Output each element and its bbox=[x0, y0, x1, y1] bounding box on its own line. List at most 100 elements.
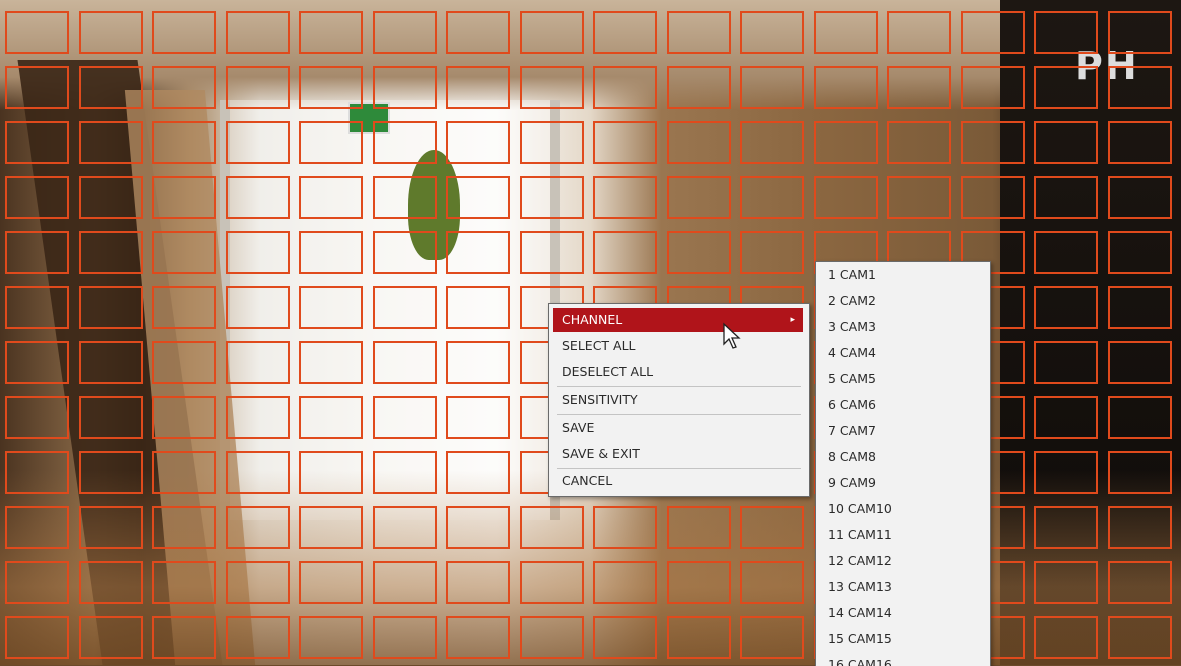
detection-zone-cell[interactable] bbox=[667, 121, 731, 164]
detection-zone-cell[interactable] bbox=[152, 561, 216, 604]
detection-zone-cell[interactable] bbox=[5, 341, 69, 384]
channel-item[interactable]: 3 CAM3 bbox=[816, 314, 990, 340]
detection-zone-cell[interactable] bbox=[520, 231, 584, 274]
detection-zone-cell[interactable] bbox=[373, 561, 437, 604]
detection-zone-cell[interactable] bbox=[226, 341, 290, 384]
detection-zone-cell[interactable] bbox=[226, 396, 290, 439]
detection-zone-cell[interactable] bbox=[299, 176, 363, 219]
detection-zone-cell[interactable] bbox=[226, 286, 290, 329]
menu-item-save[interactable]: SAVE bbox=[553, 416, 803, 440]
detection-zone-cell[interactable] bbox=[226, 231, 290, 274]
detection-zone-cell[interactable] bbox=[593, 561, 657, 604]
detection-zone-cell[interactable] bbox=[226, 176, 290, 219]
detection-zone-cell[interactable] bbox=[520, 66, 584, 109]
detection-zone-cell[interactable] bbox=[1034, 341, 1098, 384]
detection-zone-cell[interactable] bbox=[520, 11, 584, 54]
detection-zone-cell[interactable] bbox=[79, 231, 143, 274]
channel-item[interactable]: 10 CAM10 bbox=[816, 496, 990, 522]
detection-zone-cell[interactable] bbox=[961, 11, 1025, 54]
detection-zone-cell[interactable] bbox=[373, 11, 437, 54]
detection-zone-cell[interactable] bbox=[520, 176, 584, 219]
channel-item[interactable]: 12 CAM12 bbox=[816, 548, 990, 574]
detection-zone-cell[interactable] bbox=[299, 286, 363, 329]
detection-zone-cell[interactable] bbox=[593, 11, 657, 54]
detection-zone-cell[interactable] bbox=[593, 121, 657, 164]
detection-zone-cell[interactable] bbox=[1034, 396, 1098, 439]
detection-zone-cell[interactable] bbox=[1034, 616, 1098, 659]
menu-item-sensitivity[interactable]: SENSITIVITY bbox=[553, 388, 803, 412]
detection-zone-cell[interactable] bbox=[373, 616, 437, 659]
channel-item[interactable]: 13 CAM13 bbox=[816, 574, 990, 600]
detection-zone-cell[interactable] bbox=[667, 11, 731, 54]
detection-zone-cell[interactable] bbox=[299, 396, 363, 439]
detection-zone-cell[interactable] bbox=[152, 66, 216, 109]
detection-zone-cell[interactable] bbox=[226, 66, 290, 109]
detection-zone-cell[interactable] bbox=[79, 341, 143, 384]
detection-zone-cell[interactable] bbox=[373, 341, 437, 384]
detection-zone-cell[interactable] bbox=[373, 231, 437, 274]
menu-item-select-all[interactable]: SELECT ALL bbox=[553, 334, 803, 358]
detection-zone-cell[interactable] bbox=[740, 561, 804, 604]
detection-zone-cell[interactable] bbox=[79, 451, 143, 494]
detection-zone-cell[interactable] bbox=[299, 341, 363, 384]
detection-zone-cell[interactable] bbox=[446, 451, 510, 494]
detection-zone-cell[interactable] bbox=[5, 561, 69, 604]
channel-item[interactable]: 16 CAM16 bbox=[816, 652, 990, 666]
detection-zone-cell[interactable] bbox=[373, 506, 437, 549]
detection-zone-cell[interactable] bbox=[740, 616, 804, 659]
detection-zone-cell[interactable] bbox=[1108, 341, 1172, 384]
detection-zone-cell[interactable] bbox=[446, 121, 510, 164]
detection-zone-cell[interactable] bbox=[5, 286, 69, 329]
detection-zone-cell[interactable] bbox=[740, 66, 804, 109]
detection-zone-cell[interactable] bbox=[667, 616, 731, 659]
detection-zone-cell[interactable] bbox=[520, 561, 584, 604]
channel-item[interactable]: 4 CAM4 bbox=[816, 340, 990, 366]
detection-zone-cell[interactable] bbox=[446, 11, 510, 54]
detection-zone-cell[interactable] bbox=[5, 11, 69, 54]
channel-item[interactable]: 1 CAM1 bbox=[816, 262, 990, 288]
detection-zone-cell[interactable] bbox=[373, 121, 437, 164]
detection-zone-cell[interactable] bbox=[152, 176, 216, 219]
menu-item-cancel[interactable]: CANCEL bbox=[553, 469, 803, 493]
detection-zone-cell[interactable] bbox=[5, 66, 69, 109]
detection-zone-cell[interactable] bbox=[740, 231, 804, 274]
channel-item[interactable]: 7 CAM7 bbox=[816, 418, 990, 444]
detection-zone-cell[interactable] bbox=[814, 176, 878, 219]
detection-zone-cell[interactable] bbox=[667, 561, 731, 604]
detection-zone-cell[interactable] bbox=[814, 121, 878, 164]
detection-zone-cell[interactable] bbox=[667, 506, 731, 549]
detection-zone-cell[interactable] bbox=[1034, 561, 1098, 604]
channel-item[interactable]: 15 CAM15 bbox=[816, 626, 990, 652]
detection-zone-cell[interactable] bbox=[5, 616, 69, 659]
detection-zone-cell[interactable] bbox=[79, 176, 143, 219]
menu-item-deselect-all[interactable]: DESELECT ALL bbox=[553, 360, 803, 384]
detection-zone-cell[interactable] bbox=[152, 506, 216, 549]
detection-zone-cell[interactable] bbox=[1108, 506, 1172, 549]
detection-zone-cell[interactable] bbox=[520, 616, 584, 659]
detection-zone-cell[interactable] bbox=[299, 66, 363, 109]
detection-zone-cell[interactable] bbox=[446, 341, 510, 384]
channel-item[interactable]: 9 CAM9 bbox=[816, 470, 990, 496]
detection-zone-cell[interactable] bbox=[373, 451, 437, 494]
detection-zone-cell[interactable] bbox=[667, 231, 731, 274]
detection-zone-cell[interactable] bbox=[814, 11, 878, 54]
detection-zone-cell[interactable] bbox=[79, 616, 143, 659]
channel-item[interactable]: 6 CAM6 bbox=[816, 392, 990, 418]
detection-zone-cell[interactable] bbox=[1034, 451, 1098, 494]
channel-item[interactable]: 5 CAM5 bbox=[816, 366, 990, 392]
detection-zone-cell[interactable] bbox=[446, 506, 510, 549]
detection-zone-cell[interactable] bbox=[226, 561, 290, 604]
detection-zone-cell[interactable] bbox=[79, 286, 143, 329]
detection-zone-cell[interactable] bbox=[446, 176, 510, 219]
detection-zone-cell[interactable] bbox=[79, 66, 143, 109]
detection-zone-cell[interactable] bbox=[226, 121, 290, 164]
detection-zone-cell[interactable] bbox=[1108, 561, 1172, 604]
detection-zone-cell[interactable] bbox=[1034, 231, 1098, 274]
detection-zone-cell[interactable] bbox=[152, 11, 216, 54]
channel-item[interactable]: 11 CAM11 bbox=[816, 522, 990, 548]
detection-zone-cell[interactable] bbox=[79, 561, 143, 604]
detection-zone-cell[interactable] bbox=[446, 561, 510, 604]
channel-item[interactable]: 14 CAM14 bbox=[816, 600, 990, 626]
detection-zone-cell[interactable] bbox=[1108, 121, 1172, 164]
detection-zone-cell[interactable] bbox=[887, 11, 951, 54]
